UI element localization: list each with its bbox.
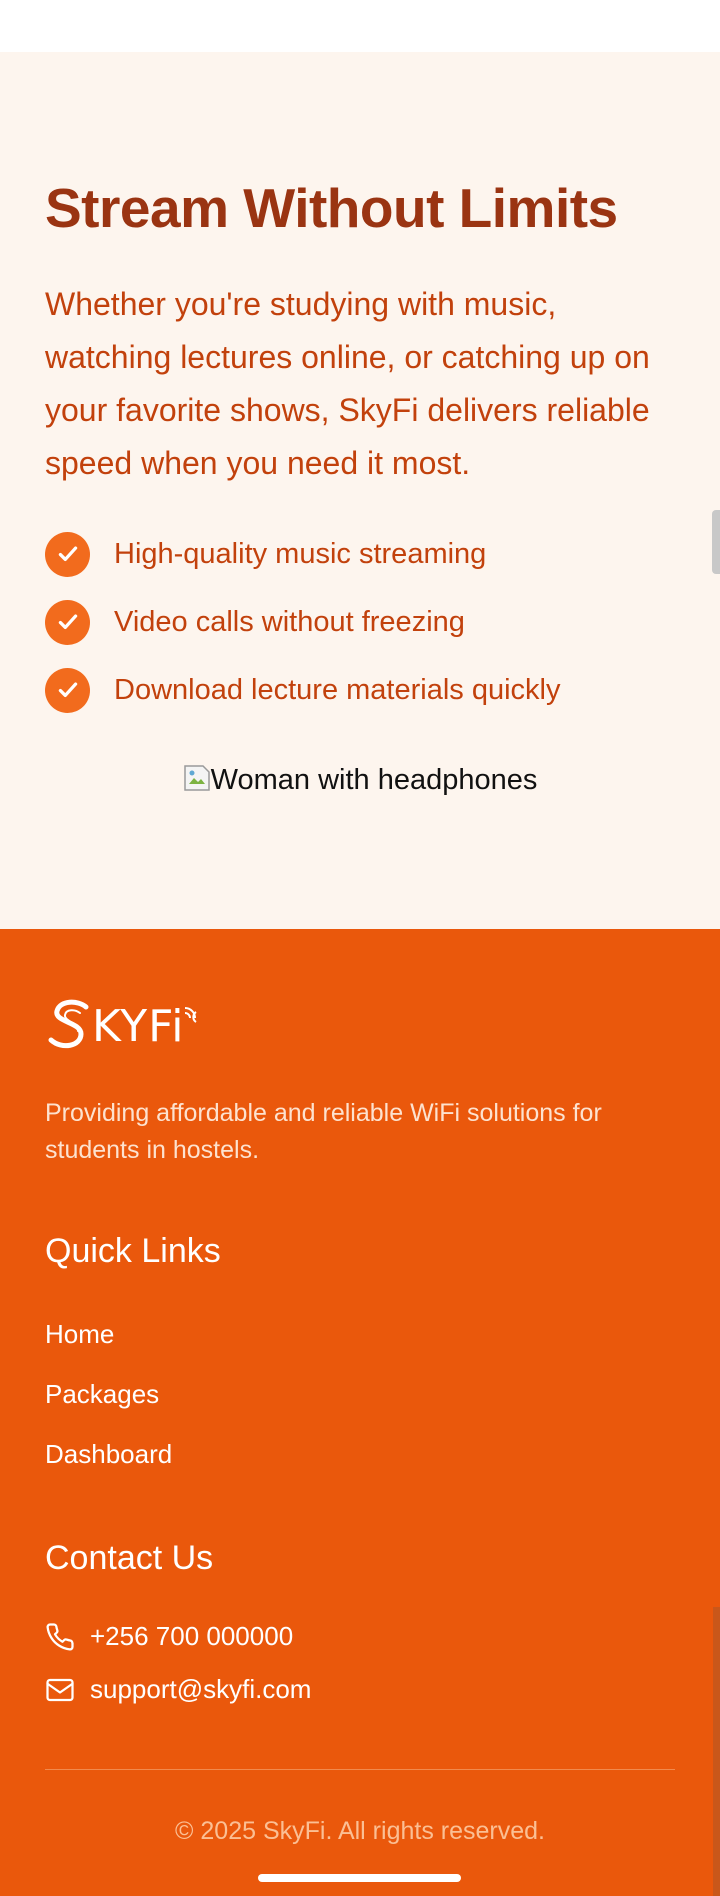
feature-item: High-quality music streaming [45, 520, 675, 588]
footer-tagline: Providing affordable and reliable WiFi s… [45, 1099, 602, 1164]
footer-scrollbar[interactable] [713, 1607, 720, 1896]
logo-s-mark-icon [48, 999, 89, 1049]
phone-number: +256 700 000000 [90, 1621, 294, 1651]
contact-email[interactable]: support@skyfi.com [45, 1674, 311, 1705]
feature-text: Download lecture materials quickly [114, 673, 561, 706]
footer-divider [45, 1769, 675, 1770]
logo-text: KYFi [92, 1000, 185, 1052]
scrollbar-thumb[interactable] [712, 510, 720, 574]
link-home[interactable]: Home [45, 1319, 172, 1379]
section-description: Whether you're studying with music, watc… [45, 286, 650, 481]
home-indicator[interactable] [258, 1874, 461, 1882]
stream-section: Stream Without Limits Whether you're stu… [0, 52, 720, 929]
mail-icon [46, 1678, 74, 1701]
page: Stream Without Limits Whether you're stu… [0, 0, 720, 1896]
section-title: Stream Without Limits [45, 177, 618, 239]
contact-phone[interactable]: +256 700 000000 [45, 1621, 293, 1652]
feature-text: Video calls without freezing [114, 605, 465, 638]
check-circle-icon [45, 667, 90, 713]
feature-item: Download lecture materials quickly [45, 656, 675, 724]
feature-text: High-quality music streaming [114, 537, 487, 570]
skyfi-logo[interactable]: KYFi [48, 997, 199, 1055]
hero-image: Woman with headphones [0, 764, 720, 797]
image-alt-text: Woman with headphones [210, 764, 538, 796]
feature-list: High-quality music streaming Video calls… [45, 520, 675, 724]
footer: KYFi Providing affordable and reliable W… [0, 929, 720, 1896]
feature-item: Video calls without freezing [45, 588, 675, 656]
quick-links: Home Packages Dashboard [45, 1319, 172, 1499]
copyright-text: © 2025 SkyFi. All rights reserved. [175, 1817, 545, 1845]
wifi-icon [184, 1007, 197, 1023]
link-packages[interactable]: Packages [45, 1379, 172, 1439]
broken-image-icon [183, 765, 210, 791]
top-spacer [0, 0, 720, 52]
check-circle-icon [45, 599, 90, 645]
contact-heading: Contact Us [45, 1539, 214, 1577]
check-circle-icon [45, 531, 90, 577]
quick-links-heading: Quick Links [45, 1232, 221, 1270]
email-address: support@skyfi.com [90, 1674, 312, 1704]
phone-icon [46, 1622, 74, 1650]
link-dashboard[interactable]: Dashboard [45, 1439, 172, 1499]
